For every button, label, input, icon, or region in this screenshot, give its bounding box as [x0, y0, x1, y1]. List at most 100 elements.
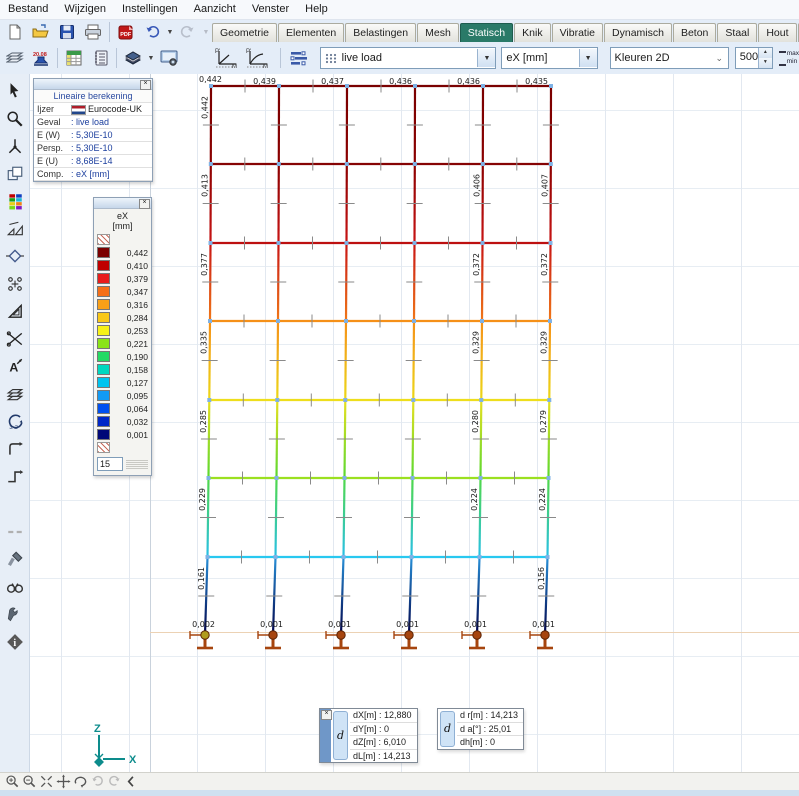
- zoom-icon: [6, 110, 24, 128]
- tool-node-diamond-button[interactable]: [2, 243, 28, 269]
- menu-item-venster[interactable]: Venster: [244, 0, 297, 19]
- tool-extrude-layers-button[interactable]: [2, 381, 28, 407]
- tool-wrench-button[interactable]: [2, 601, 28, 627]
- tab-knik[interactable]: Knik: [514, 23, 551, 42]
- measure-rows-2: d r[m] : 14,213 d a[°] : 25,01 dh[m] : 0: [457, 709, 524, 749]
- nav-zoom-fit-button[interactable]: [38, 774, 55, 790]
- measure-row: dh[m] : 0: [460, 737, 496, 747]
- tool-bend-arrow-button[interactable]: [2, 436, 28, 462]
- maxmin-button[interactable]: max min: [778, 50, 799, 66]
- legend-row: 0,316: [94, 298, 151, 311]
- menu-item-help[interactable]: Help: [297, 0, 336, 19]
- tab-beton[interactable]: Beton: [672, 23, 717, 42]
- close-icon[interactable]: ×: [140, 80, 151, 90]
- layers-button[interactable]: [2, 46, 28, 70]
- legend-settings-button[interactable]: [287, 46, 312, 70]
- display-mode-dropdown-arrow[interactable]: ⌄: [710, 49, 728, 67]
- load-case-dropdown-arrow[interactable]: ▼: [477, 49, 496, 67]
- menu-bar: Bestand Wijzigen Instellingen Aanzicht Venst…: [0, 0, 799, 20]
- load-case-combo[interactable]: live load ▼: [319, 47, 497, 69]
- legend-row: 0,221: [94, 337, 151, 350]
- nav-zoom-out-button[interactable]: [21, 774, 38, 790]
- result-component-combo[interactable]: eX [mm] ▼: [501, 47, 598, 69]
- menu-item-bestand[interactable]: Bestand: [0, 0, 56, 19]
- tool-copy-button[interactable]: [2, 161, 28, 187]
- scale-up-arrow[interactable]: ▲: [759, 48, 772, 58]
- tool-dashes-button[interactable]: [2, 519, 28, 545]
- min-icon: [778, 59, 786, 66]
- open-file-button[interactable]: [28, 20, 54, 44]
- tool-cut-elements-button[interactable]: [2, 326, 28, 352]
- tab-dynamisch[interactable]: Dynamisch: [604, 23, 672, 42]
- pdf-export-button[interactable]: PDF: [113, 20, 139, 44]
- tab-belastingen[interactable]: Belastingen: [345, 23, 417, 42]
- zoom-out-icon: [22, 774, 37, 789]
- tool-flashlight-button[interactable]: [2, 546, 28, 572]
- tool-color-palette-button[interactable]: [2, 188, 28, 214]
- menu-item-aanzicht[interactable]: Aanzicht: [186, 0, 244, 19]
- info-row-geval: Geval: live load: [34, 116, 152, 129]
- diagram-axes-button[interactable]: P'M: [212, 46, 243, 70]
- tool-triangle-ruler-button[interactable]: [2, 298, 28, 324]
- display-mode-combo[interactable]: Kleuren 2D ⌄: [609, 47, 729, 69]
- info-value: Eurocode-UK: [88, 104, 143, 114]
- tool-snap-points-button[interactable]: [2, 271, 28, 297]
- close-icon[interactable]: ×: [139, 199, 150, 209]
- nav-zoom-in-button[interactable]: [4, 774, 21, 790]
- library-button[interactable]: [120, 46, 146, 70]
- tool-binoculars-button[interactable]: [2, 574, 28, 600]
- result-component-dropdown-arrow[interactable]: ▼: [578, 49, 597, 67]
- legend-value: 0,316: [126, 299, 148, 310]
- legend-titlebar[interactable]: ×: [94, 198, 151, 209]
- tool-corner-arrow-button[interactable]: [2, 463, 28, 489]
- undo-button[interactable]: [139, 20, 165, 44]
- tool-rotate-button[interactable]: [2, 408, 28, 434]
- table-button[interactable]: [61, 46, 87, 70]
- measure-box-titlebar[interactable]: ×: [320, 709, 332, 762]
- legend-swatch: [97, 429, 110, 440]
- scale-spinner[interactable]: 500 ▲ ▼: [734, 47, 773, 69]
- menu-item-wijzigen[interactable]: Wijzigen: [56, 0, 114, 19]
- nav-pan-button[interactable]: [55, 774, 72, 790]
- legend-row: 0,284: [94, 311, 151, 324]
- library-caret[interactable]: ▼: [146, 47, 156, 69]
- tool-select-button[interactable]: [2, 78, 28, 104]
- pan-icon: [56, 774, 71, 789]
- print-button[interactable]: [80, 20, 106, 44]
- nav-orbit-button[interactable]: [72, 774, 89, 790]
- notebook-button[interactable]: [87, 46, 113, 70]
- min-label: min: [786, 58, 798, 65]
- tab-mesh[interactable]: Mesh: [417, 23, 459, 42]
- close-icon[interactable]: ×: [321, 710, 332, 720]
- tool-info-diamond-button[interactable]: [2, 629, 28, 655]
- info-panel-titlebar[interactable]: ×: [34, 79, 152, 90]
- legend-swatch: [97, 312, 110, 323]
- color-palette-icon: [6, 192, 24, 210]
- new-file-button[interactable]: [2, 20, 28, 44]
- screenshot-button[interactable]: [156, 46, 182, 70]
- tab-vibratie[interactable]: Vibratie: [551, 23, 604, 42]
- tab-staal[interactable]: Staal: [717, 23, 758, 42]
- tool-text-label-button[interactable]: [2, 353, 28, 379]
- tab-hout[interactable]: Hout: [758, 23, 797, 42]
- tool-zoom-button[interactable]: [2, 106, 28, 132]
- menu-item-instellingen[interactable]: Instellingen: [114, 0, 186, 19]
- tool-scale-triangles-button[interactable]: [2, 216, 28, 242]
- tab-geometrie[interactable]: Geometrie: [212, 23, 278, 42]
- legend-levels-input[interactable]: 15: [97, 457, 123, 471]
- undo-history-caret[interactable]: ▼: [165, 21, 175, 43]
- info-label: Persp.: [37, 143, 64, 153]
- tab-elementen[interactable]: Elementen: [278, 23, 345, 42]
- nav-view-redo-button[interactable]: [106, 774, 123, 790]
- nav-view-undo-button[interactable]: [89, 774, 106, 790]
- nav-collapse-button[interactable]: [123, 774, 140, 790]
- display-mode-value: Kleuren 2D: [614, 52, 670, 64]
- save-button[interactable]: [54, 20, 80, 44]
- info-label: Comp.: [37, 169, 64, 179]
- date-stamp-button[interactable]: 20.08: [28, 46, 54, 70]
- legend-swatch: [97, 273, 110, 284]
- tab-statisch[interactable]: Statisch: [459, 23, 514, 42]
- scale-down-arrow[interactable]: ▼: [759, 58, 772, 68]
- tool-move-axes-button[interactable]: [2, 133, 28, 159]
- diagram-curve-button[interactable]: P'M: [243, 46, 274, 70]
